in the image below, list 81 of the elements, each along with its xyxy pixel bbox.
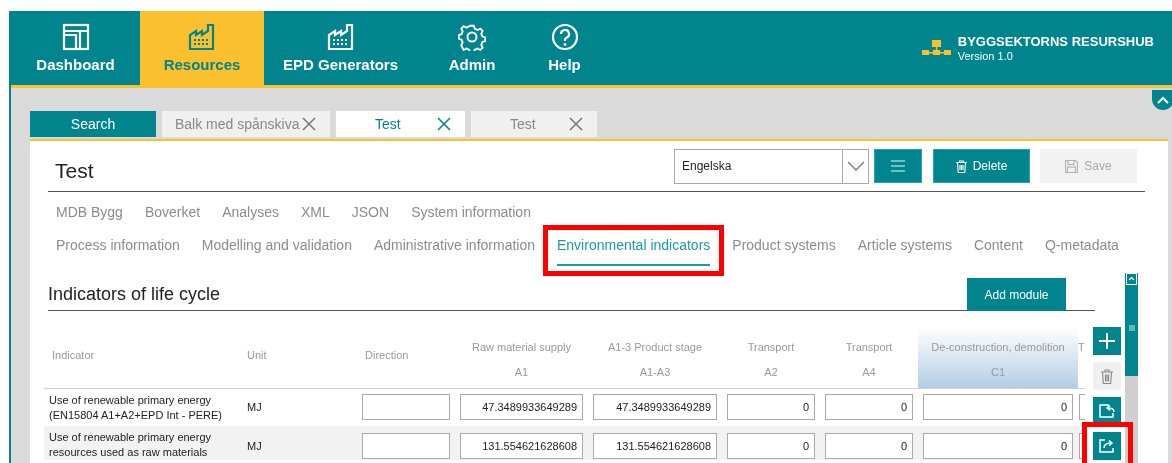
export-button[interactable] [1093,432,1121,460]
value-field[interactable]: 0 [825,433,913,459]
value-field[interactable]: 0 [923,433,1073,459]
factory-icon [188,23,216,52]
chevron-up-icon [1157,96,1169,104]
column-code: A1 [514,364,529,380]
grip-icon [1128,325,1135,331]
section-tab[interactable]: JSON [351,202,390,225]
value-field[interactable]: 0 [825,394,913,420]
scroll-up-icon [1126,273,1137,285]
column-header: De-construction, demolition C1 [918,327,1078,388]
value-field[interactable]: 131.554621628608 [460,433,583,459]
value-field[interactable]: 47.3489933649289 [460,394,583,420]
column-code: A1-A3 [639,364,671,380]
delete-button[interactable]: Delete [933,149,1030,183]
layout-icon [61,23,90,52]
record-tab[interactable]: Balk med spånskiva [162,111,330,137]
section-tab[interactable]: Boverket [144,202,201,225]
close-icon[interactable] [302,117,316,131]
column-header: Direction [364,348,410,364]
section-tab[interactable]: Content [973,235,1023,266]
menu-icon [891,160,905,172]
close-icon[interactable] [569,117,583,131]
section-tab[interactable]: Product systems [732,235,836,266]
section-tab[interactable]: Process information [56,235,180,266]
section-tab[interactable]: Environmental indicators [557,235,711,266]
save-icon [1065,159,1079,173]
close-icon[interactable] [437,117,451,131]
import-icon [1099,404,1115,418]
section-tab[interactable]: Article systems [857,235,952,266]
record-tab[interactable]: Test [336,111,465,137]
column-header: Raw material supply [471,340,571,355]
plus-icon [1099,333,1115,349]
value-field[interactable]: 47.3489933649289 [593,394,717,420]
section-tab[interactable]: Q-metadata [1044,235,1119,266]
unit-label: MJ [247,438,262,454]
scrollbar[interactable] [1125,273,1138,463]
section-tab[interactable]: MDB Bygg [56,202,123,225]
section-tab[interactable]: Modelling and validation [201,235,352,266]
value-field[interactable]: 0 [923,394,1073,420]
indicator-name: Use of renewable primary energy (EN15804 A1+A2+EPD Int - PERE) [49,393,224,423]
language-dropdown[interactable]: Engelska [674,148,869,184]
value-field[interactable]: 131.554621628608 [593,433,717,459]
collapse-button[interactable] [1152,90,1172,110]
column-header: Transport [845,340,893,355]
column-header: A1-3 Product stage [607,340,703,355]
add-module-button[interactable]: Add module [967,278,1066,311]
import-button[interactable] [1093,397,1121,425]
direction-field[interactable] [362,433,450,459]
value-field[interactable]: 0 [727,394,815,420]
export-icon [1099,439,1115,453]
help-icon [550,23,579,52]
panel-heading: Indicators of life cycle [48,283,221,306]
section-tab[interactable]: XML [301,202,330,225]
nav-item[interactable]: Resources [140,11,264,86]
column-header: Transport [747,340,795,355]
column-code: C1 [990,364,1006,380]
column-code: A2 [764,364,778,380]
chevron-down-icon [846,161,865,171]
version-label: Version 1.0 [957,49,1014,65]
indicator-name: Use of renewable primary energy resources used as raw materials [49,430,213,460]
section-tab[interactable]: Administrative information [373,235,535,266]
section-tab[interactable]: System information [411,202,531,225]
column-header: T [1078,339,1085,355]
section-tab[interactable]: Analyses [222,202,279,225]
record-tab[interactable]: Test [471,111,597,137]
direction-field[interactable] [362,394,450,420]
unit-label: MJ [247,399,262,415]
value-field[interactable]: 0 [727,433,815,459]
add-button[interactable] [1093,327,1121,355]
column-header: Unit [246,348,268,364]
column-code: A4 [862,364,876,380]
record-title: Test [54,158,94,185]
column-header: Indicator [51,348,96,364]
search-tab[interactable]: Search [30,111,156,137]
trash-icon [1101,368,1113,384]
menu-button[interactable] [874,149,922,183]
settings-icon [458,23,486,52]
factory-icon [326,23,355,52]
brand-title: BYGGSEKTORNS RESURSHUB [957,34,1154,50]
trash-icon [955,159,967,173]
